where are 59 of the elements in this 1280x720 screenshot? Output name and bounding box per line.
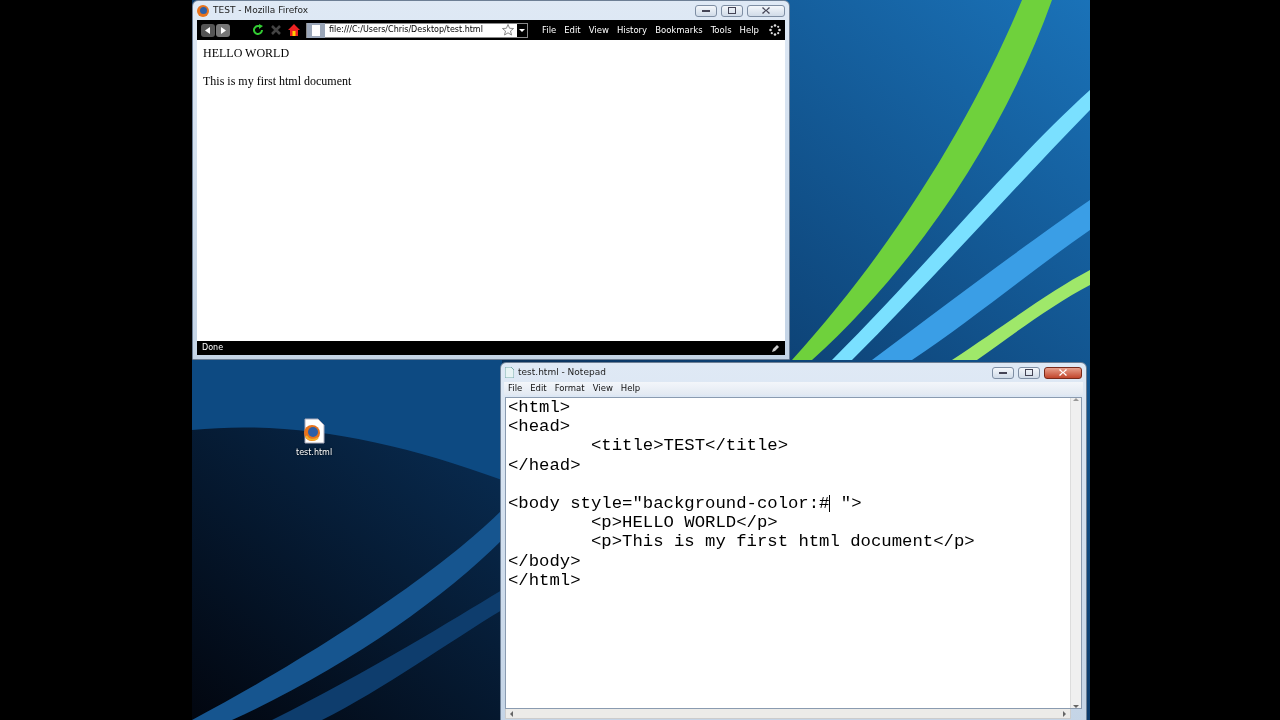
scroll-up-icon	[1073, 398, 1079, 401]
menu-item[interactable]: File	[504, 382, 527, 395]
forward-button[interactable]	[216, 23, 230, 37]
close-icon	[762, 7, 770, 14]
code-line: <title>TEST</title>	[589, 436, 788, 456]
url-text: file:///C:/Users/Chris/Desktop/test.html	[328, 24, 484, 36]
menu-item[interactable]: View	[584, 23, 613, 37]
scroll-down-icon	[1073, 705, 1079, 708]
menu-item[interactable]: Bookmarks	[651, 23, 707, 37]
maximize-icon	[1025, 369, 1033, 376]
file-label[interactable]: test.html	[296, 447, 333, 459]
home-button[interactable]	[288, 24, 300, 36]
code-text: ">	[839, 493, 862, 514]
maximize-button[interactable]	[721, 4, 743, 17]
scroll-right-icon	[1063, 710, 1066, 717]
star-icon[interactable]	[502, 24, 514, 36]
scroll-left-icon	[510, 710, 513, 717]
minimize-button[interactable]	[992, 366, 1014, 379]
document-icon	[505, 367, 514, 378]
code-line: <head>	[508, 417, 571, 437]
window-title: TEST - Mozilla Firefox	[213, 3, 310, 17]
maximize-icon	[728, 7, 736, 14]
menu-item[interactable]: Help	[616, 382, 645, 395]
code-line: </head>	[508, 455, 581, 475]
close-icon	[1059, 369, 1067, 376]
dropdown-button[interactable]	[517, 23, 527, 37]
throbber-icon	[769, 24, 781, 36]
home-icon	[288, 24, 300, 36]
window-title: test.html - Notepad	[518, 365, 607, 379]
heading-text: HELLO WORLD	[203, 45, 291, 62]
pencil-icon	[771, 343, 780, 353]
code-line: <body style="background-color:#	[508, 493, 830, 514]
html-file-icon[interactable]	[302, 418, 327, 444]
menu-item[interactable]: Tools	[706, 23, 736, 37]
code-line: <html>	[508, 398, 571, 418]
minimize-button[interactable]	[695, 4, 717, 17]
code-line: <p>HELLO WORLD</p>	[589, 513, 778, 533]
stop-icon	[270, 24, 282, 36]
menu-item[interactable]: Edit	[526, 382, 551, 395]
code-line: </html>	[508, 570, 581, 590]
menu-item[interactable]: History	[612, 23, 652, 37]
paragraph-text: This is my first html document	[203, 73, 353, 90]
back-button[interactable]	[201, 23, 215, 37]
menu-item[interactable]: File	[538, 23, 561, 37]
menu-item[interactable]: Format	[550, 382, 589, 395]
close-button[interactable]	[1044, 366, 1082, 379]
reload-button[interactable]	[252, 24, 264, 36]
reload-icon	[252, 24, 264, 36]
address-bar[interactable]: file:///C:/Users/Chris/Desktop/test.html	[306, 22, 528, 38]
menu-item[interactable]: Edit	[560, 23, 585, 37]
menu-item[interactable]: Help	[735, 23, 763, 37]
code-line: <p>This is my first html document</p>	[589, 532, 975, 552]
firefox-icon	[197, 4, 209, 17]
caret-icon	[519, 28, 525, 32]
code-line: </body>	[508, 551, 581, 571]
maximize-button[interactable]	[1018, 366, 1040, 379]
status-text: Done	[202, 342, 224, 354]
menu-item[interactable]: View	[588, 382, 617, 395]
page-icon	[307, 22, 325, 38]
